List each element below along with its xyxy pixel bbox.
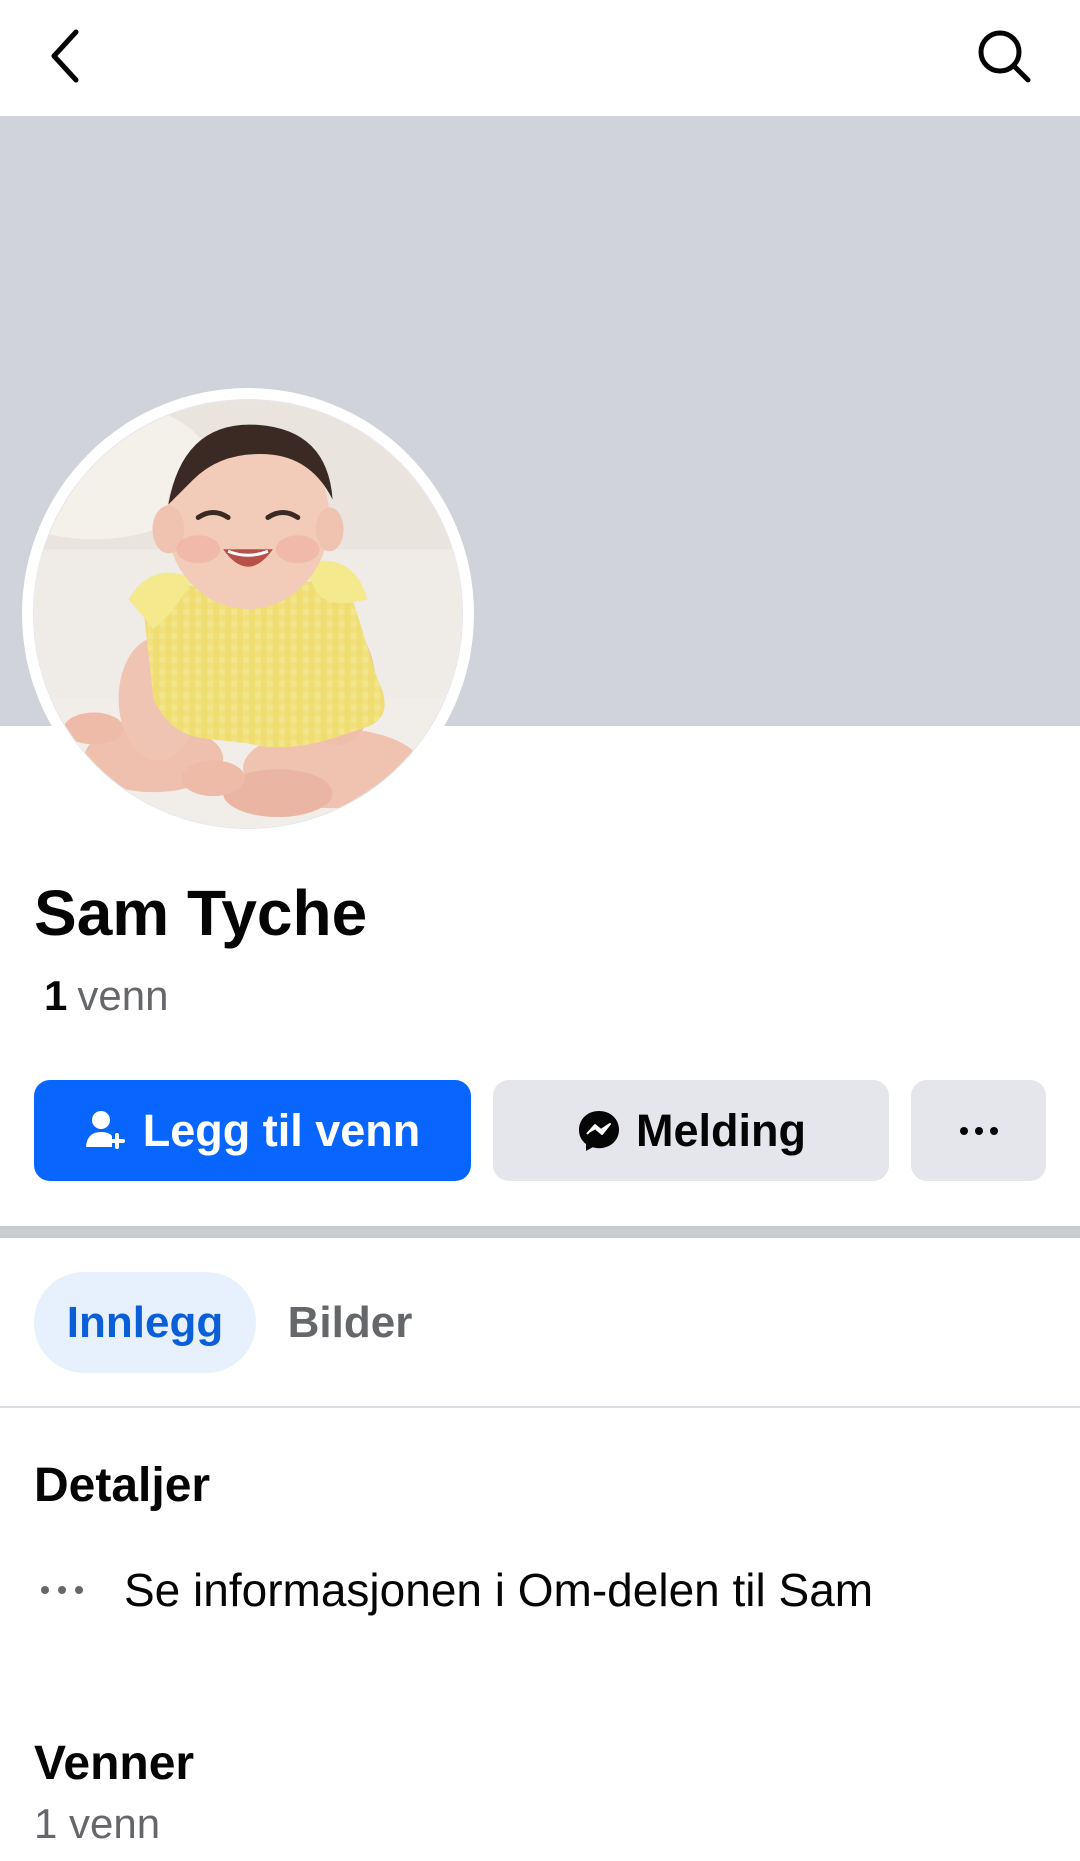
messenger-icon: [576, 1108, 622, 1154]
friends-heading: Venner: [34, 1737, 195, 1790]
search-icon: [978, 30, 1031, 83]
tab-photos[interactable]: Bilder: [270, 1272, 430, 1373]
about-link[interactable]: Se informasjonen i Om-delen til Sam: [34, 1556, 873, 1624]
friends-count-label[interactable]: 1 venn: [34, 1800, 160, 1848]
back-button[interactable]: [38, 24, 94, 88]
add-friend-button[interactable]: Legg til venn: [34, 1080, 471, 1181]
message-button[interactable]: Melding: [493, 1080, 889, 1181]
friend-count-label: venn: [77, 972, 169, 1019]
about-link-label: Se informasjonen i Om-delen til Sam: [124, 1564, 874, 1616]
profile-avatar[interactable]: [22, 388, 474, 840]
profile-name: Sam Tyche: [34, 877, 368, 949]
friend-count-number: 1: [44, 972, 68, 1019]
more-options-button[interactable]: [911, 1080, 1046, 1181]
top-bar: [0, 0, 1080, 116]
chevron-left-icon: [51, 29, 79, 83]
more-horizontal-icon: [959, 1126, 998, 1135]
tabs-divider: [0, 1406, 1080, 1408]
profile-page: Sam Tyche 1 venn Legg til venn Melding I…: [0, 0, 1080, 1861]
section-divider: [0, 1226, 1080, 1238]
add-friend-icon: [85, 1109, 129, 1153]
search-button[interactable]: [972, 24, 1036, 88]
details-heading: Detaljer: [34, 1459, 211, 1512]
tab-posts[interactable]: Innlegg: [34, 1272, 256, 1373]
friend-count[interactable]: 1 venn: [44, 972, 168, 1020]
more-horizontal-icon: [34, 1585, 90, 1595]
message-label: Melding: [636, 1104, 806, 1156]
add-friend-label: Legg til venn: [142, 1104, 421, 1156]
profile-photo: [33, 399, 463, 829]
